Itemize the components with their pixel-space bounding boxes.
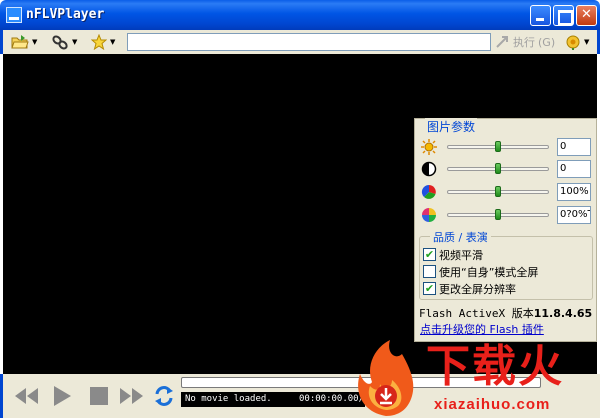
saturation-slider-thumb[interactable] [495,186,501,197]
contrast-value[interactable]: 0 [557,160,591,178]
watermark-brand: 下载火 [426,341,564,392]
change-resolution-label: 更改全屏分辨率 [439,282,516,296]
url-input[interactable] [127,33,491,51]
hue-slider-thumb[interactable] [495,209,501,220]
options-button[interactable]: ▼ [565,33,589,51]
flash-upgrade-link[interactable]: 点击升级您的 Flash 插件 [420,321,544,337]
loop-icon[interactable] [153,384,175,408]
stop-icon[interactable] [88,384,110,408]
flash-version-label: Flash ActiveX 版本 [419,307,534,320]
saturation-value[interactable]: 100% [557,183,591,201]
app-icon [6,7,22,23]
brightness-row: 0 [421,138,593,156]
panel-title: 图片参数 [425,118,478,135]
hue-value[interactable]: 0?0%T [557,206,591,224]
quality-group: 品质 / 表演 ✔ 视频平滑 使用“自身”模式全屏 ✔ 更改全屏分辨率 [419,229,593,300]
brightness-icon [421,139,437,155]
close-button[interactable]: ✕ [576,5,597,26]
arrow-right-icon [496,36,508,48]
chevron-down-icon: ▼ [110,38,116,46]
brightness-slider-thumb[interactable] [495,141,501,152]
open-folder-icon [11,35,29,49]
maximize-button[interactable] [553,5,574,26]
contrast-row: 0 [421,160,593,178]
video-smoothing-checkbox[interactable]: ✔ [423,248,436,261]
chevron-down-icon: ▼ [32,38,38,46]
contrast-icon [421,161,437,177]
rewind-icon[interactable] [13,384,39,408]
minimize-button[interactable] [530,5,551,26]
settings-flower-icon [566,35,580,50]
quality-group-title: 品质 / 表演 [430,229,491,245]
video-smoothing-label: 视频平滑 [439,248,483,262]
own-fullscreen-checkbox[interactable] [423,265,436,278]
favorites-button[interactable]: ▼ [91,33,115,51]
play-icon[interactable] [51,384,73,408]
open-url-button[interactable]: ▼ [51,33,77,51]
chevron-down-icon: ▼ [584,38,590,46]
title-bar: nFLVPlayer ✕ [0,0,600,30]
hue-row: 0?0%T [421,206,593,224]
brightness-value[interactable]: 0 [557,138,591,156]
link-icon [52,35,68,50]
option-own-fullscreen[interactable]: 使用“自身”模式全屏 [423,264,538,279]
option-change-resolution[interactable]: ✔ 更改全屏分辨率 [423,281,516,296]
picture-settings-panel: 图片参数 0 0 100% 0?0%T 品质 / 表演 ✔ 视频平滑 使用“自身… [414,118,597,342]
toolbar: ▼ ▼ ▼ 执行 (G) ▼ [0,30,600,54]
saturation-row: 100% [421,183,593,201]
saturation-icon [421,184,436,199]
open-file-button[interactable]: ▼ [11,33,37,51]
watermark: 下载火 xiazaihuo.com [352,338,600,418]
window-title: nFLVPlayer [26,7,105,22]
chevron-down-icon: ▼ [72,38,78,46]
execute-button[interactable]: 执行 (G) [496,33,555,51]
flash-version-number: 11.8.4.65 [533,307,593,320]
watermark-url: xiazaihuo.com [434,396,551,413]
star-icon [91,34,107,50]
execute-label: 执行 [513,36,535,49]
flash-version: Flash ActiveX 版本11.8.4.65 [419,305,592,321]
option-video-smoothing[interactable]: ✔ 视频平滑 [423,247,483,262]
execute-shortcut: (G) [538,35,556,49]
change-resolution-checkbox[interactable]: ✔ [423,282,436,295]
fast-forward-icon[interactable] [119,384,145,408]
hue-icon [422,208,436,222]
flame-logo-icon [358,340,414,416]
own-fullscreen-label: 使用“自身”模式全屏 [439,265,539,279]
contrast-slider-thumb[interactable] [495,163,501,174]
